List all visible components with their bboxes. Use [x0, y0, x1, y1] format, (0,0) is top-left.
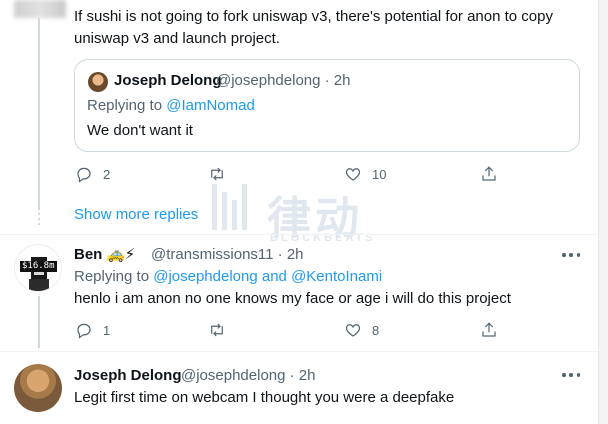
avatar[interactable]: $16.8m [14, 244, 62, 292]
divider [0, 234, 608, 235]
retweet-icon [211, 167, 223, 181]
watermark-text-cn: 律动 [267, 193, 363, 244]
reply-author-handle: @josephdelong · 2h [181, 367, 316, 384]
quoted-tweet-card[interactable]: Joseph Delong @josephdelong · 2h Replyin… [74, 59, 580, 152]
quote-replying-to: Replying to @IamNomad [87, 97, 255, 114]
like-count: 10 [372, 166, 387, 182]
author-emoji: 🚕⚡ [106, 246, 136, 263]
more-icon[interactable] [562, 252, 580, 258]
reply-count: 1 [103, 322, 111, 338]
retweet-button[interactable] [208, 321, 226, 339]
reply-icon [77, 323, 91, 339]
reply-body: henlo i am anon no one knows my face or … [74, 290, 511, 307]
retweet-icon [211, 323, 223, 337]
avatar [88, 72, 108, 92]
tweet-text-line-2: uniswap v3 and launch project. [74, 30, 280, 47]
scrollbar[interactable] [598, 0, 608, 424]
more-icon[interactable] [562, 372, 580, 378]
thread-line [38, 296, 40, 348]
quote-author-name: Joseph Delong [114, 72, 222, 89]
blurred-avatar [14, 0, 66, 18]
replying-prefix: Replying to [74, 268, 154, 285]
replying-prefix: Replying to [87, 97, 167, 114]
share-button[interactable] [480, 165, 498, 183]
replying-and: and [257, 268, 292, 285]
reply-icon [77, 167, 91, 183]
avatar-pixel-body [29, 279, 49, 291]
thread-dots [38, 203, 40, 225]
blockbeats-watermark: 律动 BLOCKBEATS [212, 180, 397, 246]
like-button[interactable]: 10 [344, 165, 386, 183]
heart-icon [345, 324, 361, 337]
mention-link[interactable]: @KentoInami [291, 268, 382, 285]
share-button[interactable] [480, 321, 498, 339]
show-more-replies-link[interactable]: Show more replies [74, 206, 198, 223]
share-icon [482, 322, 496, 337]
like-button[interactable]: 8 [344, 321, 379, 339]
tweet-text: If sushi is not going to fork uniswap v3… [74, 6, 594, 50]
reply-author-name[interactable]: Ben [74, 246, 102, 263]
avatar-tag: $16.8m [20, 261, 57, 272]
divider [0, 351, 608, 352]
mention-link[interactable]: @josephdelong [153, 268, 257, 285]
reply-author-handle: @transmissions11 · 2h [151, 246, 304, 263]
like-count: 8 [372, 322, 380, 338]
thread-line [38, 18, 40, 208]
watermark-logo [212, 184, 247, 230]
reply-body: Legit first time on webcam I thought you… [74, 389, 455, 406]
replying-to: Replying to @josephdelong and @KentoInam… [74, 268, 382, 285]
reply-count: 2 [103, 166, 111, 182]
quote-author-handle: @josephdelong · 2h [216, 72, 351, 89]
heart-icon [345, 168, 361, 181]
reply-author-name[interactable]: Joseph Delong [74, 367, 182, 384]
share-icon [482, 166, 496, 181]
avatar[interactable] [14, 364, 62, 412]
reply-button[interactable]: 2 [75, 165, 110, 183]
mention-link[interactable]: @IamNomad [166, 97, 255, 114]
tweet-text-line-1: If sushi is not going to fork uniswap v3… [74, 8, 553, 25]
reply-button[interactable]: 1 [75, 321, 110, 339]
quote-body: We don't want it [87, 122, 193, 139]
retweet-button[interactable] [208, 165, 236, 183]
